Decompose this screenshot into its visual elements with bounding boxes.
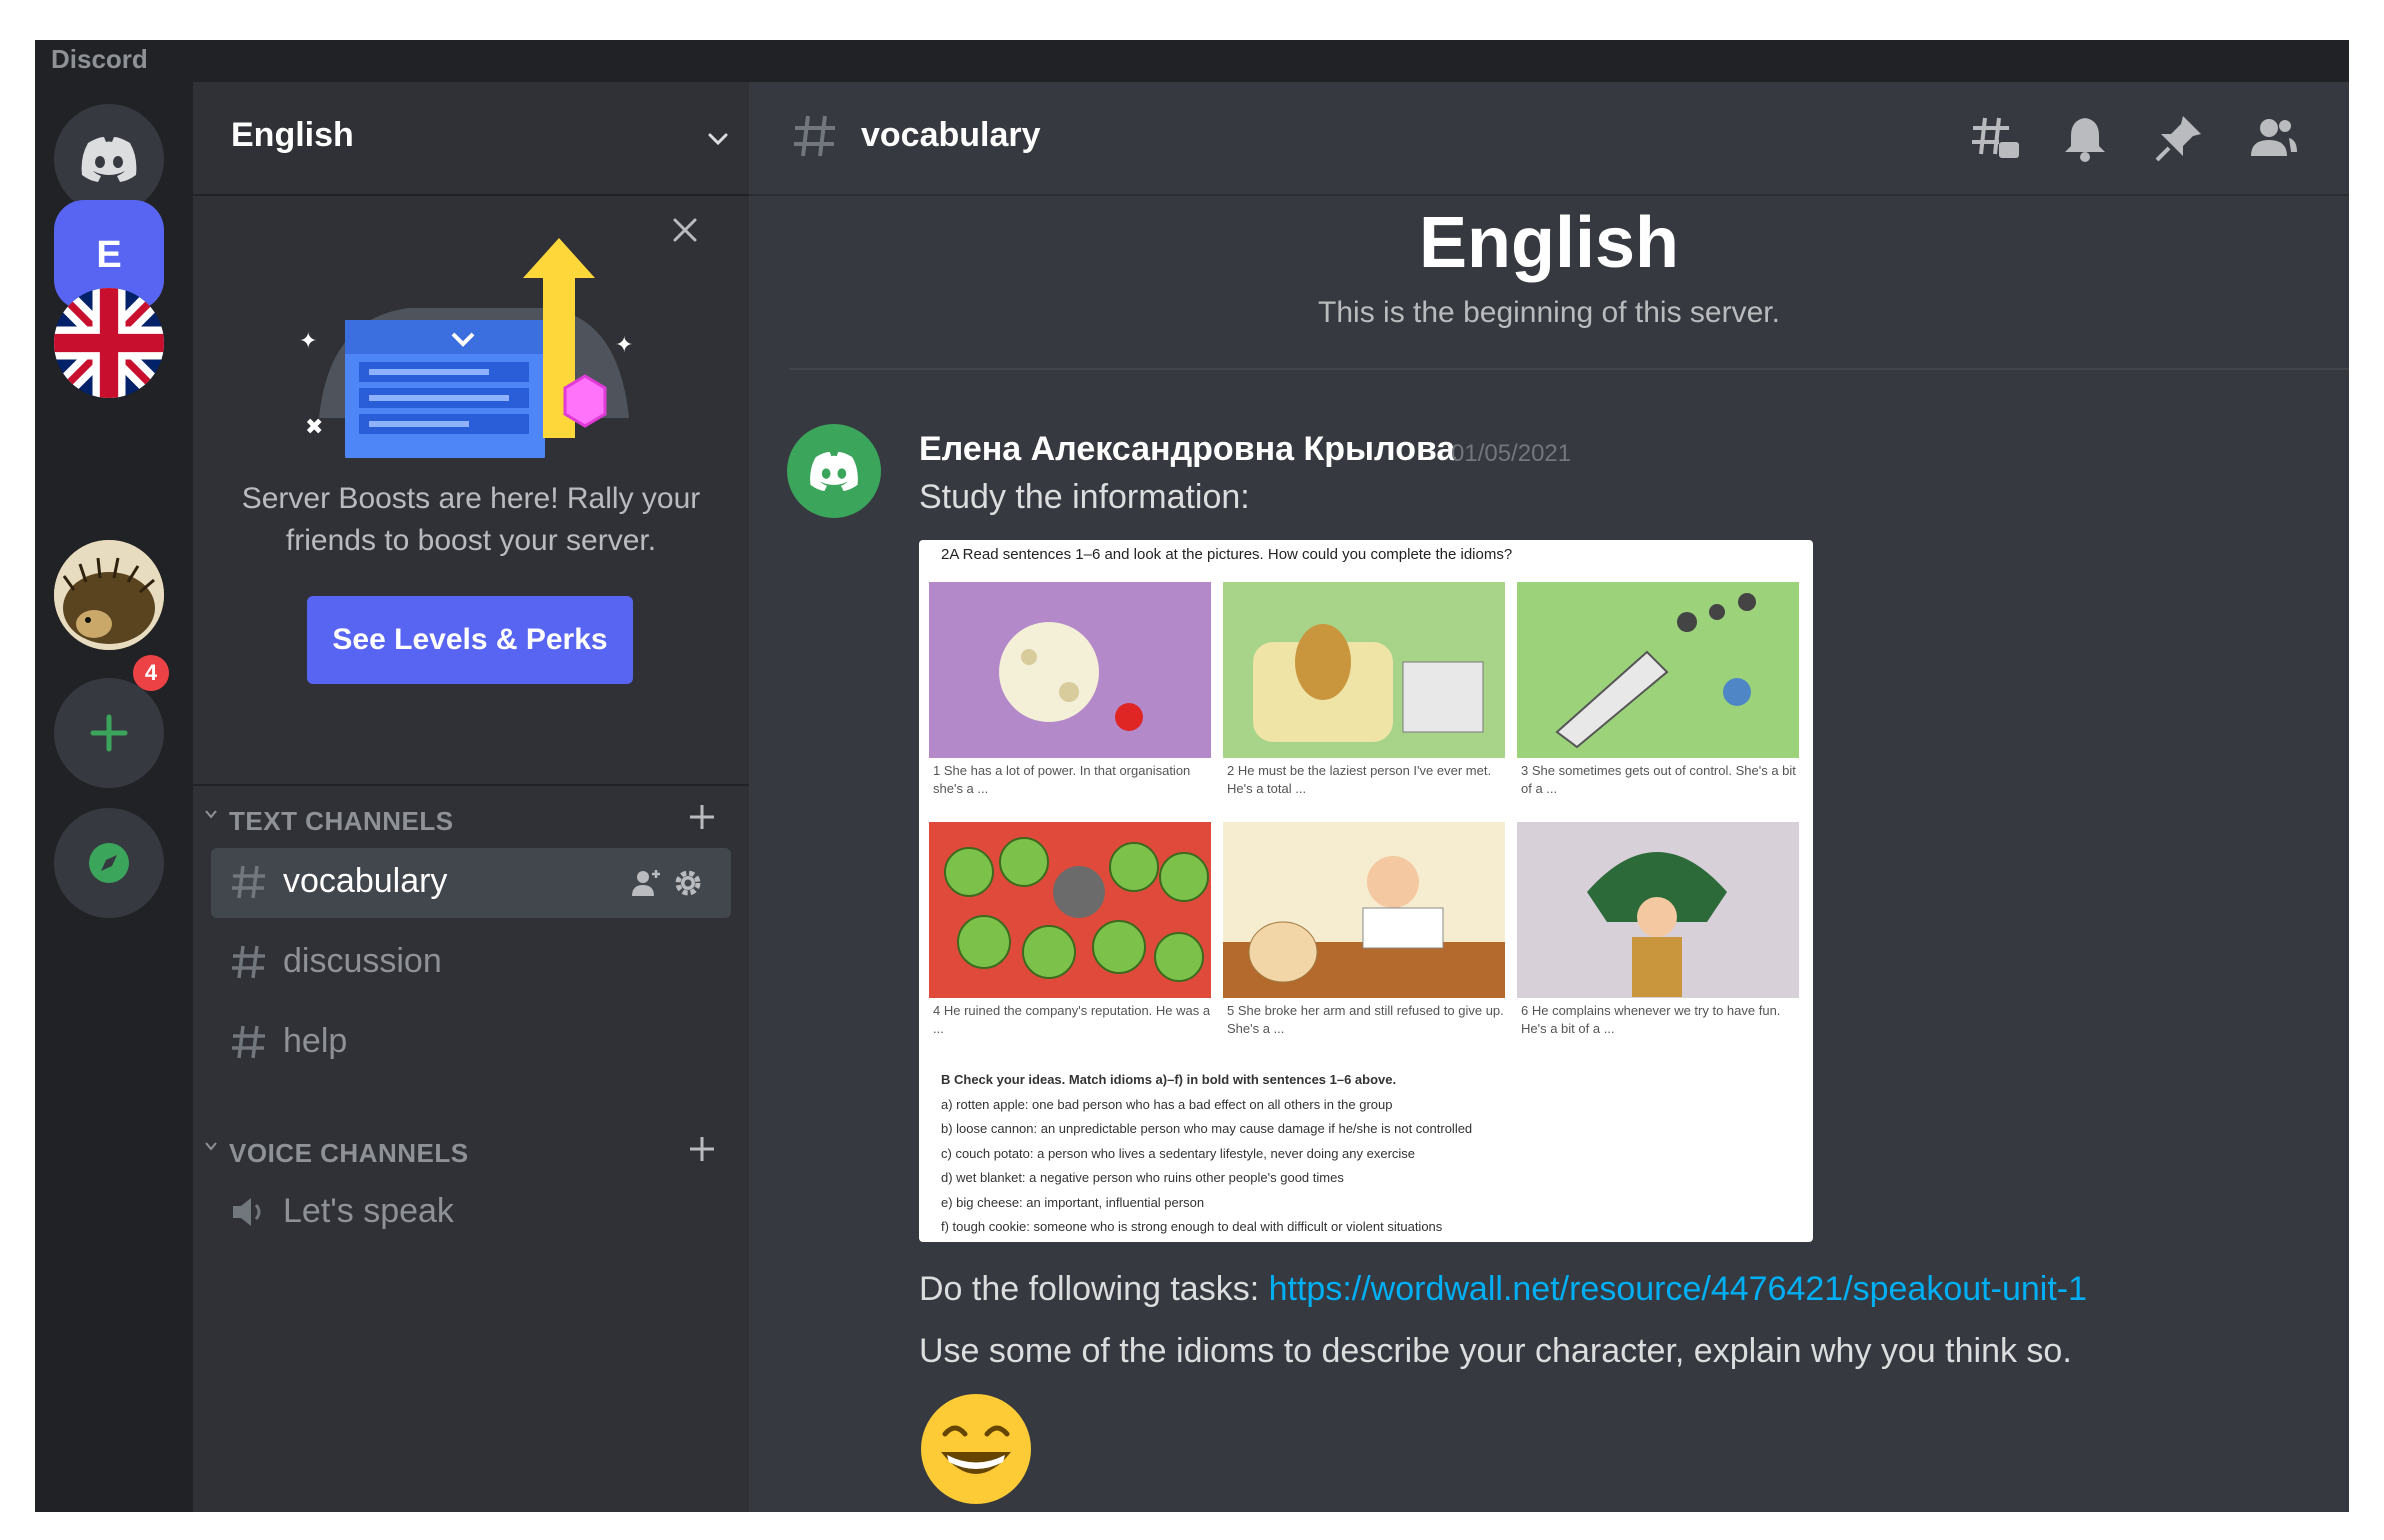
channel-name: Let's speak [283, 1192, 454, 1230]
server-rail: E 4 [35, 82, 193, 1512]
uk-flag-icon [54, 288, 164, 398]
plus-icon [90, 714, 128, 752]
channel-help[interactable]: help [211, 1008, 731, 1078]
picture-rotten-apple [929, 822, 1211, 998]
divider [789, 368, 2349, 370]
discord-logo-icon [810, 451, 858, 492]
message-text: Do the following tasks: https://wordwall… [919, 1270, 2087, 1309]
caption-3: 3 She sometimes gets out of control. She… [1521, 763, 1796, 796]
hash-icon [232, 865, 265, 899]
server-header[interactable]: English [193, 82, 749, 196]
title-bar: Discord [35, 40, 2349, 82]
server-uk-button[interactable] [54, 288, 164, 398]
hash-icon [232, 945, 265, 979]
explore-servers-button[interactable] [54, 808, 164, 918]
invite-member-icon[interactable] [631, 868, 661, 898]
server-hedgehog-button[interactable] [54, 540, 164, 650]
voice-channels-category[interactable]: VOICE CHANNELS [203, 1134, 723, 1174]
idiom-d: d) wet blanket: a negative person who ru… [941, 1170, 1344, 1185]
caption-6: 6 He complains whenever we try to have f… [1521, 1003, 1781, 1036]
chevron-down-icon [205, 1142, 217, 1151]
caption-5: 5 She broke her arm and still refused to… [1227, 1003, 1504, 1036]
speaker-icon [233, 1198, 261, 1226]
hash-icon [232, 1025, 265, 1059]
caption-4: 4 He ruined the company's reputation. He… [933, 1003, 1211, 1036]
add-server-button[interactable] [54, 678, 164, 788]
caption-1: 1 She has a lot of power. In that organi… [933, 763, 1191, 796]
channel-discussion[interactable]: discussion [211, 928, 731, 998]
category-label: VOICE CHANNELS [229, 1138, 469, 1168]
grinning-emoji-icon [921, 1394, 1031, 1504]
picture-wet-blanket [1517, 822, 1799, 998]
discord-logo-icon [81, 137, 137, 182]
idiom-c: c) couch potato: a person who lives a se… [941, 1145, 1416, 1161]
boost-text: Server Boosts are here! Rally your frien… [241, 482, 701, 557]
gear-icon[interactable] [673, 868, 703, 898]
create-channel-icon[interactable] [687, 802, 717, 832]
hash-icon [794, 115, 835, 157]
create-channel-icon[interactable] [687, 1134, 717, 1164]
picture-tough-cookie [1223, 822, 1505, 998]
channel-vocabulary[interactable]: vocabulary [211, 848, 731, 918]
svg-text:✦: ✦ [299, 328, 317, 353]
part-b-section: B Check your ideas. Match idioms a)–f) i… [941, 1068, 1801, 1240]
wordwall-link[interactable]: https://wordwall.net/resource/4476421/sp… [1269, 1270, 2087, 1308]
channel-name: help [283, 1022, 348, 1060]
welcome-subtitle: This is the beginning of this server. [1318, 296, 1780, 329]
image-attachment[interactable]: 2A Read sentences 1–6 and look at the pi… [919, 540, 1813, 1242]
message-text: Use some of the idioms to describe your … [919, 1332, 2072, 1370]
message-text: Study the information: [919, 478, 1250, 516]
chat-area: vocabulary English This is the beginning [749, 82, 2349, 1512]
welcome-title: English [1418, 203, 1679, 283]
picture-big-cheese [929, 582, 1211, 758]
avatar[interactable] [787, 424, 881, 518]
discord-window: Discord E 4 English ✦ ✦ ✖ Server Boosts … [35, 40, 2349, 1512]
chevron-down-icon [205, 810, 217, 819]
bell-icon[interactable] [2059, 112, 2111, 164]
channel-name: discussion [283, 942, 442, 980]
server-name: English [231, 116, 354, 154]
threads-icon[interactable] [1969, 112, 2021, 164]
chevron-down-icon [708, 133, 728, 146]
compass-icon [89, 843, 129, 883]
idiom-f: f) tough cookie: someone who is strong e… [941, 1219, 1443, 1234]
svg-text:✖: ✖ [305, 414, 323, 439]
category-label: TEXT CHANNELS [229, 806, 454, 836]
see-levels-perks-button[interactable]: See Levels & Perks [307, 596, 633, 684]
caption-2: 2 He must be the laziest person I've eve… [1227, 763, 1492, 796]
task-prefix: Do the following tasks: [919, 1270, 1269, 1308]
text-channels-category[interactable]: TEXT CHANNELS [203, 802, 723, 842]
picture-couch-potato [1223, 582, 1505, 758]
idiom-e: e) big cheese: an important, influential… [941, 1194, 1205, 1210]
idiom-b: b) loose cannon: an unpredictable person… [941, 1121, 1473, 1136]
channel-sidebar: English ✦ ✦ ✖ Server Boosts are here! Ra… [193, 82, 749, 1512]
message-author[interactable]: Елена Александровна Крылова [919, 430, 1455, 469]
server-initial: E [96, 233, 122, 276]
close-icon[interactable] [671, 216, 699, 244]
channel-name: vocabulary [283, 862, 448, 900]
pin-icon[interactable] [2153, 112, 2205, 164]
hedgehog-icon [54, 540, 164, 650]
voice-channel-lets-speak[interactable]: Let's speak [211, 1178, 731, 1248]
server-boost-promo: ✦ ✦ ✖ Server Boosts are here! Rally your… [193, 196, 749, 786]
idiom-a: a) rotten apple: one bad person who has … [941, 1096, 1393, 1112]
boost-illustration: ✦ ✦ ✖ [289, 238, 649, 458]
svg-text:✦: ✦ [615, 332, 633, 357]
discord-home-button[interactable] [54, 104, 164, 214]
member-list-icon[interactable] [2247, 112, 2299, 164]
message-timestamp: 01/05/2021 [1451, 440, 1572, 467]
channel-title: vocabulary [861, 116, 1041, 154]
worksheet-header: 2A Read sentences 1–6 and look at the pi… [941, 546, 1513, 563]
channel-header: vocabulary [749, 82, 2349, 196]
app-title: Discord [51, 44, 148, 74]
part-b-title: B Check your ideas. Match idioms a)–f) i… [941, 1072, 1397, 1087]
picture-loose-cannon [1517, 582, 1799, 758]
